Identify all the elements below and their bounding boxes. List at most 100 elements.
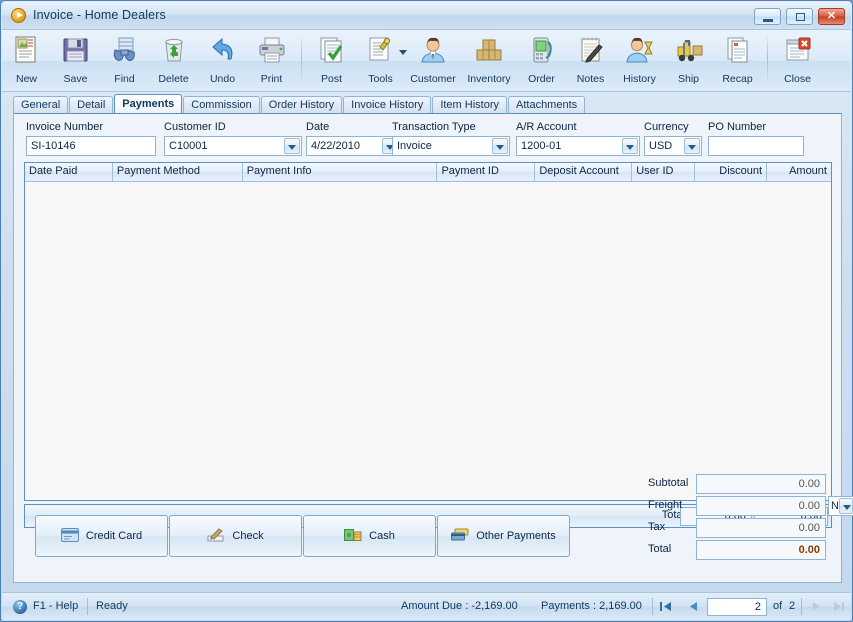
first-record-button[interactable] (657, 598, 675, 615)
payments-grid[interactable]: Date Paid Payment Method Payment Info Pa… (24, 162, 832, 501)
toolbar-button-undo[interactable]: Undo (198, 30, 247, 90)
toolbar-button-inventory[interactable]: Inventory (461, 30, 517, 90)
date-label: Date (306, 121, 330, 133)
toolbar-button-post[interactable]: Post (307, 30, 356, 90)
column-header-date-paid[interactable]: Date Paid (25, 163, 113, 181)
cash-money-icon (344, 528, 362, 544)
undo-arrow-icon (207, 34, 239, 66)
next-record-button[interactable] (808, 598, 826, 615)
toolbar-button-ship[interactable]: Ship (664, 30, 713, 90)
nav-divider-right (801, 598, 802, 615)
ar-account-combo[interactable]: 1200-01 (516, 136, 640, 156)
currency-combo[interactable]: USD (644, 136, 702, 156)
tab-invoice-history[interactable]: Invoice History (343, 96, 432, 114)
maximize-icon (796, 13, 805, 21)
invoice-number-input[interactable]: SI-10146 (26, 136, 156, 156)
payments-panel: Invoice Number SI-10146 Customer ID C100… (13, 113, 853, 583)
close-button[interactable]: ✕ (818, 8, 845, 25)
inventory-boxes-icon (473, 34, 505, 66)
transaction-type-label: Transaction Type (392, 121, 476, 133)
column-header-payment-method[interactable]: Payment Method (113, 163, 243, 181)
column-header-payment-id[interactable]: Payment ID (437, 163, 536, 181)
chevron-down-icon[interactable] (684, 138, 700, 154)
toolbar-label: Ship (677, 73, 699, 85)
toolbar-button-close[interactable]: Close (773, 30, 822, 90)
play-circle-icon (11, 8, 26, 23)
freight-taxable-combo[interactable]: N (828, 496, 853, 516)
ar-account-value: 1200-01 (521, 140, 562, 152)
toolbar-button-delete[interactable]: Delete (149, 30, 198, 90)
freight-value[interactable]: 0.00 (696, 496, 826, 516)
tab-general[interactable]: General (13, 96, 69, 114)
toolbar-label: Undo (209, 73, 236, 85)
page-of-label: of (773, 600, 783, 612)
toolbar-button-recap[interactable]: Recap (713, 30, 762, 90)
last-record-button[interactable] (830, 598, 848, 615)
column-header-amount[interactable]: Amount (767, 163, 831, 181)
other-payments-button[interactable]: Other Payments (437, 515, 570, 557)
currency-label: Currency (644, 121, 689, 133)
other-payments-icon (451, 528, 469, 544)
window-controls: ✕ (754, 8, 845, 25)
toolbar-button-new[interactable]: New (2, 30, 51, 90)
main-toolbar: New Save Find Delete Undo Print Post Too… (2, 30, 851, 92)
chevron-down-icon[interactable] (622, 138, 638, 154)
tab-detail[interactable]: Detail (69, 96, 114, 114)
credit-card-label: Credit Card (85, 530, 143, 542)
tax-value: 0.00 (696, 518, 826, 538)
toolbar-button-find[interactable]: Find (100, 30, 149, 90)
previous-record-button[interactable] (684, 598, 702, 615)
tab-order-history[interactable]: Order History (260, 96, 343, 114)
chevron-down-icon[interactable] (284, 138, 300, 154)
tab-commission[interactable]: Commission (183, 96, 260, 114)
subtotal-label: Subtotal (648, 477, 689, 489)
toolbar-button-customer[interactable]: Customer (405, 30, 461, 90)
help-icon[interactable]: ? (13, 600, 27, 614)
first-record-icon (660, 602, 671, 611)
po-number-input[interactable] (708, 136, 804, 156)
credit-card-button[interactable]: Credit Card (35, 515, 168, 557)
toolbar-label: New (15, 73, 37, 85)
recycle-bin-icon (158, 34, 190, 66)
toolbar-button-tools[interactable]: Tools (356, 30, 407, 90)
tab-item-history[interactable]: Item History (432, 96, 507, 114)
help-text[interactable]: F1 - Help (33, 600, 78, 612)
grid-body-empty[interactable] (25, 182, 831, 500)
column-header-discount[interactable]: Discount (695, 163, 768, 181)
tab-attachments[interactable]: Attachments (508, 96, 586, 114)
toolbar-button-history[interactable]: History (615, 30, 664, 90)
toolbar-label: Save (63, 73, 88, 85)
column-header-user-id[interactable]: User ID (632, 163, 696, 181)
toolbar-button-notes[interactable]: Notes (566, 30, 615, 90)
toolbar-label: Inventory (467, 73, 511, 85)
toolbar-label: Customer (410, 73, 456, 85)
toolbar-label: Tools (368, 73, 393, 85)
tab-payments[interactable]: Payments (114, 94, 183, 114)
column-header-payment-info[interactable]: Payment Info (243, 163, 438, 181)
credit-card-icon (60, 528, 79, 544)
transaction-type-combo[interactable]: Invoice (392, 136, 510, 156)
customer-id-combo[interactable]: C10001 (164, 136, 302, 156)
column-header-deposit-account[interactable]: Deposit Account (535, 163, 633, 181)
chevron-down-icon[interactable] (492, 138, 508, 154)
cash-label: Cash (369, 530, 395, 542)
check-button[interactable]: Check (169, 515, 302, 557)
toolbar-label: Close (784, 73, 811, 85)
toolbar-button-save[interactable]: Save (51, 30, 100, 90)
minimize-button[interactable] (754, 8, 781, 25)
page-number-input[interactable]: 2 (707, 598, 767, 616)
date-picker[interactable]: 4/22/2010 (306, 136, 400, 156)
cash-button[interactable]: Cash (303, 515, 436, 557)
chevron-down-icon[interactable] (839, 498, 853, 514)
po-number-label: PO Number (708, 121, 767, 133)
toolbar-separator (767, 34, 768, 82)
toolbar-label: Find (114, 73, 135, 85)
payments-text: Payments : 2,169.00 (541, 600, 642, 612)
amount-due-text: Amount Due : -2,169.00 (401, 600, 518, 612)
maximize-button[interactable] (786, 8, 813, 25)
toolbar-label: Notes (576, 73, 605, 85)
toolbar-button-order[interactable]: Order (517, 30, 566, 90)
toolbar-separator (301, 34, 302, 82)
toolbar-label: Print (260, 73, 283, 85)
toolbar-button-print[interactable]: Print (247, 30, 296, 90)
